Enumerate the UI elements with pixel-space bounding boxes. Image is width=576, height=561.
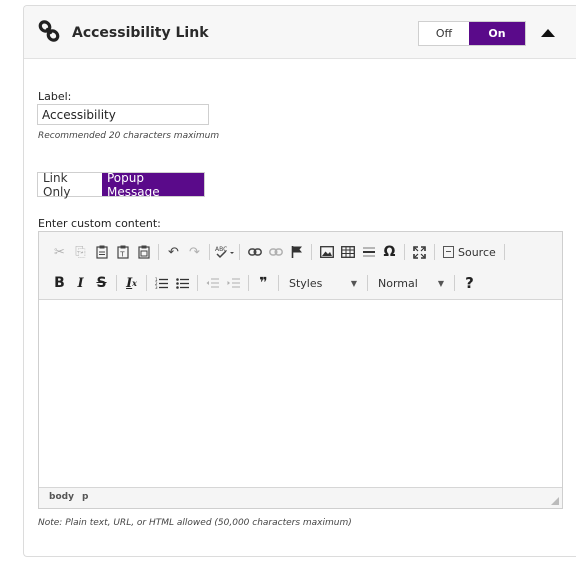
toolbar-separator [503,244,505,260]
editor-toolbar: ✂ ⎘ T ↶ ↷ ABC Ω Source B I S I x 1 2 3 ❞… [39,232,562,300]
toolbar-row-2: B I S Ix 123 ❞ Styles ▼ Normal ▼ ? [49,272,480,294]
image-icon[interactable] [316,242,337,262]
table-icon[interactable] [337,242,358,262]
on-off-toggle: Off On [418,21,526,46]
accessibility-link-panel: Accessibility Link Off On Label: Recomme… [23,5,576,557]
blockquote-icon[interactable]: ❞ [253,273,274,293]
format-label: Normal [378,276,418,290]
element-path: body p [49,492,88,502]
paste-icon[interactable] [91,242,112,262]
label-hint: Recommended 20 characters maximum [38,131,220,141]
special-character-icon[interactable]: Ω [379,242,400,262]
toolbar-separator [434,244,435,260]
spellcheck-icon[interactable]: ABC [214,242,235,262]
remove-format-icon[interactable]: Ix [121,273,142,293]
toggle-on-button[interactable]: On [469,22,525,45]
svg-text:3: 3 [155,285,158,289]
editor-status-bar: body p [39,487,562,508]
mode-selector: Link Only Popup Message [37,171,205,199]
redo-icon[interactable]: ↷ [184,242,205,262]
rich-text-editor: ✂ ⎘ T ↶ ↷ ABC Ω Source B I S I x 1 2 3 ❞… [38,231,563,509]
italic-icon[interactable]: I [70,273,91,293]
toolbar-separator [454,275,455,291]
increase-indent-icon[interactable] [223,273,244,293]
content-note: Note: Plain text, URL, or HTML allowed (… [38,518,352,528]
help-icon[interactable]: ? [459,273,480,293]
maximize-icon[interactable] [409,242,430,262]
toolbar-separator [311,244,312,260]
horizontal-line-icon[interactable] [358,242,379,262]
toolbar-separator [209,244,210,260]
toolbar-separator [146,275,147,291]
format-dropdown[interactable]: Normal ▼ [372,273,450,293]
numbered-list-icon[interactable]: 123 [151,273,172,293]
toolbar-separator [404,244,405,260]
source-icon [443,246,454,258]
resize-handle-icon[interactable] [551,497,559,505]
dropdown-arrow-icon: ▼ [350,278,357,288]
source-label: Source [458,245,496,259]
panel-header: Accessibility Link Off On [24,6,576,59]
collapse-caret-icon[interactable] [541,29,555,37]
label-input[interactable] [37,104,209,125]
toggle-off-button[interactable]: Off [419,22,469,45]
toolbar-separator [278,275,279,291]
styles-label: Styles [289,276,323,290]
paste-word-icon[interactable] [133,242,154,262]
path-item-p[interactable]: p [82,492,88,502]
paste-text-icon[interactable]: T [112,242,133,262]
link-chain-icon [37,19,61,43]
dropdown-arrow-icon: ▼ [437,278,444,288]
strikethrough-icon[interactable]: S [91,273,112,293]
source-button[interactable]: Source [439,246,500,259]
toolbar-separator [116,275,117,291]
toolbar-row-1: ✂ ⎘ T ↶ ↷ ABC Ω Source [49,241,509,263]
editor-content-area[interactable] [39,300,562,487]
copy-icon[interactable]: ⎘ [70,242,91,262]
bulleted-list-icon[interactable] [172,273,193,293]
decrease-indent-icon[interactable] [202,273,223,293]
unlink-icon[interactable] [265,242,286,262]
bold-icon[interactable]: B [49,273,70,293]
popup-message-button[interactable]: Popup Message [102,171,204,199]
toolbar-separator [197,275,198,291]
panel-title: Accessibility Link [72,25,209,41]
content-label: Enter custom content: [38,217,161,230]
path-item-body[interactable]: body [49,492,74,502]
toolbar-separator [367,275,368,291]
toolbar-separator [158,244,159,260]
label-field-label: Label: [38,90,72,103]
svg-text:T: T [119,251,125,259]
insert-link-icon[interactable] [244,242,265,262]
anchor-flag-icon[interactable] [286,242,307,262]
toolbar-separator [239,244,240,260]
undo-icon[interactable]: ↶ [163,242,184,262]
styles-dropdown[interactable]: Styles ▼ [283,273,363,293]
toolbar-separator [248,275,249,291]
link-only-button[interactable]: Link Only [38,171,102,199]
cut-icon[interactable]: ✂ [49,242,70,262]
